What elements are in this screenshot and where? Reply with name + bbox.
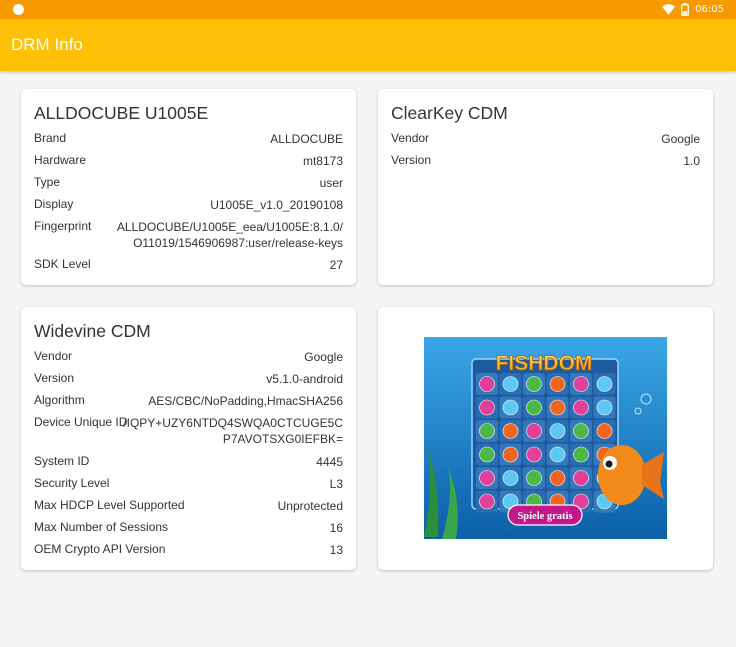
row-value: ALLDOCUBE/U1005E_eea/U1005E:8.1.0/O11019… (117, 219, 343, 251)
clearkey-card-title: ClearKey CDM (391, 103, 508, 123)
star-piece (502, 446, 519, 463)
shell-piece (502, 376, 519, 392)
ad-card: FISHDOM Spiele gratis (378, 307, 713, 570)
app-title: DRM Info (11, 35, 83, 54)
row-label: Fingerprint (34, 219, 92, 233)
value-line: /IQPY+UZY6NTDQ4SWQA0CTCUGE5C (123, 416, 343, 430)
frog-piece (526, 399, 542, 416)
jelly-piece (573, 470, 589, 486)
star-piece (549, 399, 566, 416)
jelly-piece (526, 423, 542, 439)
row-value: 13 (329, 543, 343, 557)
row-label: Display (34, 197, 74, 211)
value-line: ALLDOCUBE/U1005E_eea/U1005E:8.1.0/ (116, 220, 343, 234)
row-label: Vendor (34, 349, 73, 363)
shell-piece (596, 399, 613, 416)
star-piece (549, 470, 566, 486)
frog-piece (479, 446, 495, 463)
status-bar: 06:05 (0, 0, 736, 19)
row-label: Max Number of Sessions (34, 520, 169, 534)
row-label: Type (34, 175, 61, 189)
value-line: O11019/1546906987:user/release-keys (133, 236, 343, 250)
row-label: System ID (34, 454, 90, 468)
jelly-piece (573, 376, 589, 392)
frog-piece (526, 470, 542, 486)
device-card-title: ALLDOCUBE U1005E (34, 103, 209, 123)
fish-body (598, 445, 646, 505)
jelly-piece (479, 493, 495, 510)
shell-piece (502, 470, 519, 486)
row-value: L3 (329, 477, 343, 491)
row-value: ALLDOCUBE (270, 132, 343, 146)
ad-game-title: FISHDOM (496, 352, 593, 375)
row-value: v5.1.0-android (266, 372, 343, 386)
row-label: Algorithm (34, 393, 85, 407)
jelly-piece (479, 376, 495, 392)
row-label: Vendor (391, 131, 430, 145)
row-value: 4445 (316, 455, 343, 469)
status-icons: 06:05 (662, 2, 724, 17)
frog-piece (479, 423, 495, 439)
status-time: 06:05 (695, 4, 724, 15)
jelly-piece (573, 399, 589, 416)
frog-piece (573, 446, 589, 463)
row-value: 1.0 (683, 154, 700, 168)
star-piece (549, 376, 566, 392)
widevine-cdm-card: Widevine CDM Vendor Google Version v5.1.0-… (21, 307, 356, 570)
shell-piece (549, 423, 566, 439)
row-label: Device Unique ID (34, 415, 128, 429)
row-value: mt8173 (302, 154, 343, 168)
widevine-card-title: Widevine CDM (34, 321, 151, 341)
clearkey-cdm-card: ClearKey CDM Vendor Google Version 1.0 (378, 89, 713, 285)
battery-icon (681, 3, 690, 16)
frog-piece (573, 423, 589, 439)
fish-pupil (605, 460, 613, 468)
jelly-piece (479, 470, 495, 486)
row-label: OEM Crypto API Version (34, 542, 166, 556)
app-bar: DRM Info (0, 19, 736, 71)
fishdom-ad-banner[interactable]: FISHDOM Spiele gratis (424, 337, 667, 539)
row-value: Google (304, 350, 343, 364)
wifi-icon (662, 4, 676, 15)
row-value: /IQPY+UZY6NTDQ4SWQA0CTCUGE5C P7AVOTSXG0IE… (123, 415, 343, 447)
row-label: Max HDCP Level Supported (34, 498, 185, 512)
row-label: Version (34, 371, 75, 385)
frog-piece (526, 376, 542, 392)
row-label: Security Level (34, 476, 110, 490)
row-value: 27 (329, 258, 343, 272)
star-piece (596, 423, 613, 439)
jelly-piece (479, 399, 495, 416)
star-piece (502, 423, 519, 439)
row-value: Unprotected (277, 499, 343, 513)
row-value: Google (661, 132, 700, 146)
jelly-piece (526, 446, 542, 463)
shell-piece (596, 376, 613, 392)
shell-piece (549, 446, 566, 463)
row-value: AES/CBC/NoPadding,HmacSHA256 (148, 394, 343, 408)
shell-piece (502, 399, 519, 416)
row-label: SDK Level (34, 257, 91, 271)
device-info-card: ALLDOCUBE U1005E Brand ALLDOCUBE Hardware… (21, 89, 356, 285)
row-label: Version (391, 153, 432, 167)
ad-cta-label: Spiele gratis (517, 511, 572, 522)
row-value: user (319, 176, 343, 190)
row-label: Hardware (34, 153, 87, 167)
notification-dot-icon (13, 4, 24, 15)
value-line: P7AVOTSXG0IEFBK= (222, 432, 343, 446)
row-value: U1005E_v1.0_20190108 (210, 198, 343, 212)
row-label: Brand (34, 131, 67, 145)
row-value: 16 (329, 521, 343, 535)
